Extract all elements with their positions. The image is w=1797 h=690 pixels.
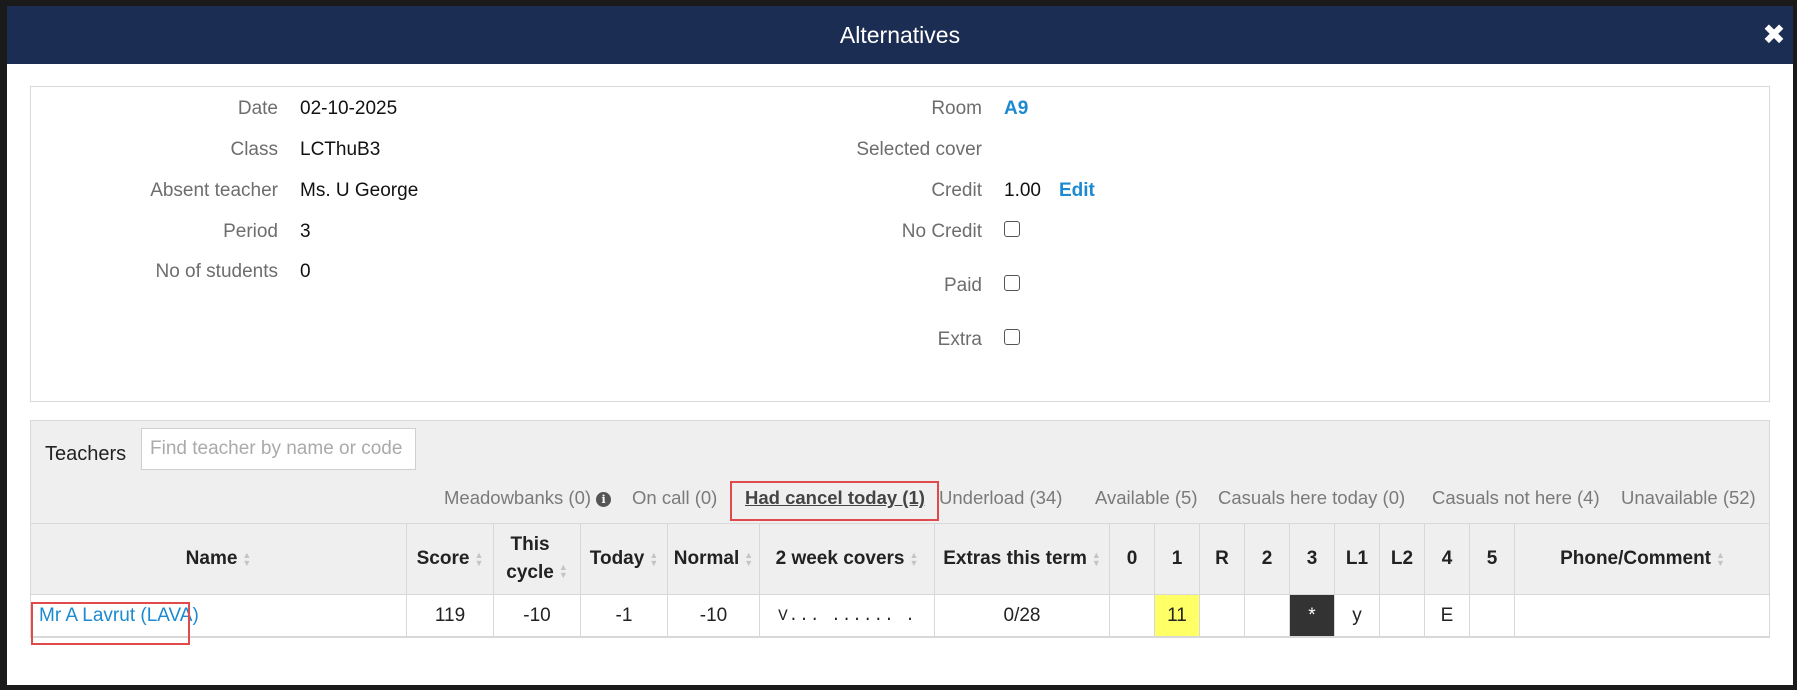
col-today-label: Today — [589, 548, 645, 569]
room-link[interactable]: A9 — [1004, 98, 1028, 120]
col-header-normal[interactable]: Normal ▲ ▼ — [668, 523, 760, 595]
sort-icon[interactable]: ▲ ▼ — [242, 551, 251, 568]
col-header-period-r: R — [1200, 523, 1245, 595]
paid-label: Paid — [943, 275, 982, 296]
paid-checkbox[interactable] — [1004, 275, 1020, 291]
tab-available[interactable]: Available (5) — [1095, 487, 1198, 509]
tab-casuals-here-today[interactable]: Casuals here today (0) — [1218, 487, 1405, 509]
cell-period-l1: y — [1335, 595, 1380, 637]
cell-today: -1 — [581, 595, 668, 637]
cell-period-4: E — [1425, 595, 1470, 637]
col-score-label: Score — [416, 548, 470, 569]
cell-name: Mr A Lavrut (LAVA) — [31, 595, 407, 637]
paid-checkbox-wrap — [1004, 275, 1020, 291]
col-this-cycle-line2: cycle — [506, 562, 554, 583]
col-name-label: Name — [185, 548, 238, 569]
cell-period-r — [1200, 595, 1245, 637]
col-header-name[interactable]: Name ▲ ▼ — [31, 523, 407, 595]
teacher-search-input[interactable] — [141, 428, 416, 470]
sort-icon[interactable]: ▲ ▼ — [744, 551, 753, 568]
detail-row-paid: Paid — [31, 273, 1020, 299]
tab-casuals-not-here[interactable]: Casuals not here (4) — [1432, 487, 1600, 509]
sort-icon[interactable]: ▲ ▼ — [649, 551, 658, 568]
tab-had-cancel-today[interactable]: Had cancel today (1) — [745, 487, 925, 509]
credit-value: 1.00 — [1004, 180, 1041, 201]
detail-row-selected-cover: Selected cover — [31, 137, 1004, 163]
no-credit-checkbox[interactable] — [1004, 221, 1020, 237]
cell-phone-comment — [1515, 595, 1770, 637]
col-header-period-1: 1 — [1155, 523, 1200, 595]
col-this-cycle-label: This cycle — [506, 531, 554, 587]
tab-unavailable[interactable]: Unavailable (52) — [1621, 487, 1756, 509]
col-header-today[interactable]: Today ▲ ▼ — [581, 523, 668, 595]
modal-title: Alternatives — [839, 21, 961, 48]
tab-underload[interactable]: Underload (34) — [939, 487, 1062, 509]
cell-2-week-covers: V... ...... . — [760, 595, 935, 637]
cell-period-5 — [1470, 595, 1515, 637]
cell-score: 119 — [407, 595, 494, 637]
sort-icon[interactable]: ▲ ▼ — [909, 551, 918, 568]
detail-row-no-credit: No Credit — [31, 219, 1020, 245]
sort-icon[interactable]: ▲ ▼ — [474, 551, 483, 568]
sort-icon[interactable]: ▲ ▼ — [1716, 551, 1725, 568]
tab-meadowbanks[interactable]: Meadowbanks (0) i — [444, 487, 612, 509]
col-header-period-3: 3 — [1290, 523, 1335, 595]
col-header-period-l1: L1 — [1335, 523, 1380, 595]
table-row[interactable]: Mr A Lavrut (LAVA) 119 -10 -1 -10 V... .… — [31, 595, 1770, 637]
credit-label: Credit — [931, 180, 982, 201]
col-header-period-l2: L2 — [1380, 523, 1425, 595]
extra-checkbox-wrap — [1004, 329, 1020, 345]
cell-extras-this-term: 0/28 — [935, 595, 1110, 637]
detail-row-credit: Credit 1.00 Edit — [31, 178, 1095, 204]
col-extras-label: Extras this term — [943, 548, 1087, 569]
cell-period-3: * — [1290, 595, 1335, 637]
sort-icon[interactable]: ▲ ▼ — [1092, 551, 1101, 568]
alternatives-modal: Alternatives ✖ Date 02-10-2025 Class LCT… — [7, 6, 1793, 685]
col-header-period-4: 4 — [1425, 523, 1470, 595]
col-2-week-label: 2 week covers — [775, 548, 905, 569]
tab-meadowbanks-label: Meadowbanks (0) — [444, 487, 592, 508]
selected-cover-label: Selected cover — [856, 139, 982, 160]
cell-period-2 — [1245, 595, 1290, 637]
col-header-phone-comment[interactable]: Phone/Comment ▲ ▼ — [1515, 523, 1770, 595]
teachers-label: Teachers — [45, 443, 127, 465]
tab-on-call[interactable]: On call (0) — [632, 487, 717, 509]
col-normal-label: Normal — [673, 548, 740, 569]
cell-this-cycle: -10 — [494, 595, 581, 637]
extra-checkbox[interactable] — [1004, 329, 1020, 345]
teacher-name-link[interactable]: Mr A Lavrut (LAVA) — [39, 605, 199, 627]
col-header-score[interactable]: Score ▲ ▼ — [407, 523, 494, 595]
col-header-extras-this-term[interactable]: Extras this term ▲ ▼ — [935, 523, 1110, 595]
col-header-period-2: 2 — [1245, 523, 1290, 595]
cell-period-0 — [1110, 595, 1155, 637]
extra-label: Extra — [937, 329, 982, 350]
cell-normal: -10 — [668, 595, 760, 637]
col-phone-label: Phone/Comment — [1560, 548, 1712, 569]
sort-icon[interactable]: ▲ ▼ — [559, 563, 568, 580]
cell-period-l2 — [1380, 595, 1425, 637]
cover-details-panel: Date 02-10-2025 Class LCThuB3 Absent tea… — [30, 86, 1770, 402]
modal-header: Alternatives ✖ — [7, 6, 1793, 64]
col-this-cycle-line1: This — [510, 534, 550, 555]
detail-row-extra: Extra — [31, 327, 1020, 353]
close-icon[interactable]: ✖ — [1759, 20, 1789, 50]
credit-edit-link[interactable]: Edit — [1059, 180, 1095, 202]
col-header-this-cycle[interactable]: This cycle ▲ ▼ — [494, 523, 581, 595]
teachers-panel: Teachers Meadowbanks (0) i On call (0) Ha… — [30, 420, 1770, 638]
room-label: Room — [931, 98, 982, 119]
col-header-period-0: 0 — [1110, 523, 1155, 595]
detail-row-room: Room A9 — [31, 96, 1028, 122]
no-credit-checkbox-wrap — [1004, 221, 1020, 237]
teachers-table-header: Name ▲ ▼ Score ▲ ▼ This cycle ▲ ▼ Today ▲ ▼ Norma… — [31, 523, 1770, 595]
col-header-period-5: 5 — [1470, 523, 1515, 595]
cell-period-1: 11 — [1155, 595, 1200, 637]
col-header-2-week-covers[interactable]: 2 week covers ▲ ▼ — [760, 523, 935, 595]
no-credit-label: No Credit — [901, 221, 982, 242]
info-icon[interactable]: i — [596, 492, 612, 507]
